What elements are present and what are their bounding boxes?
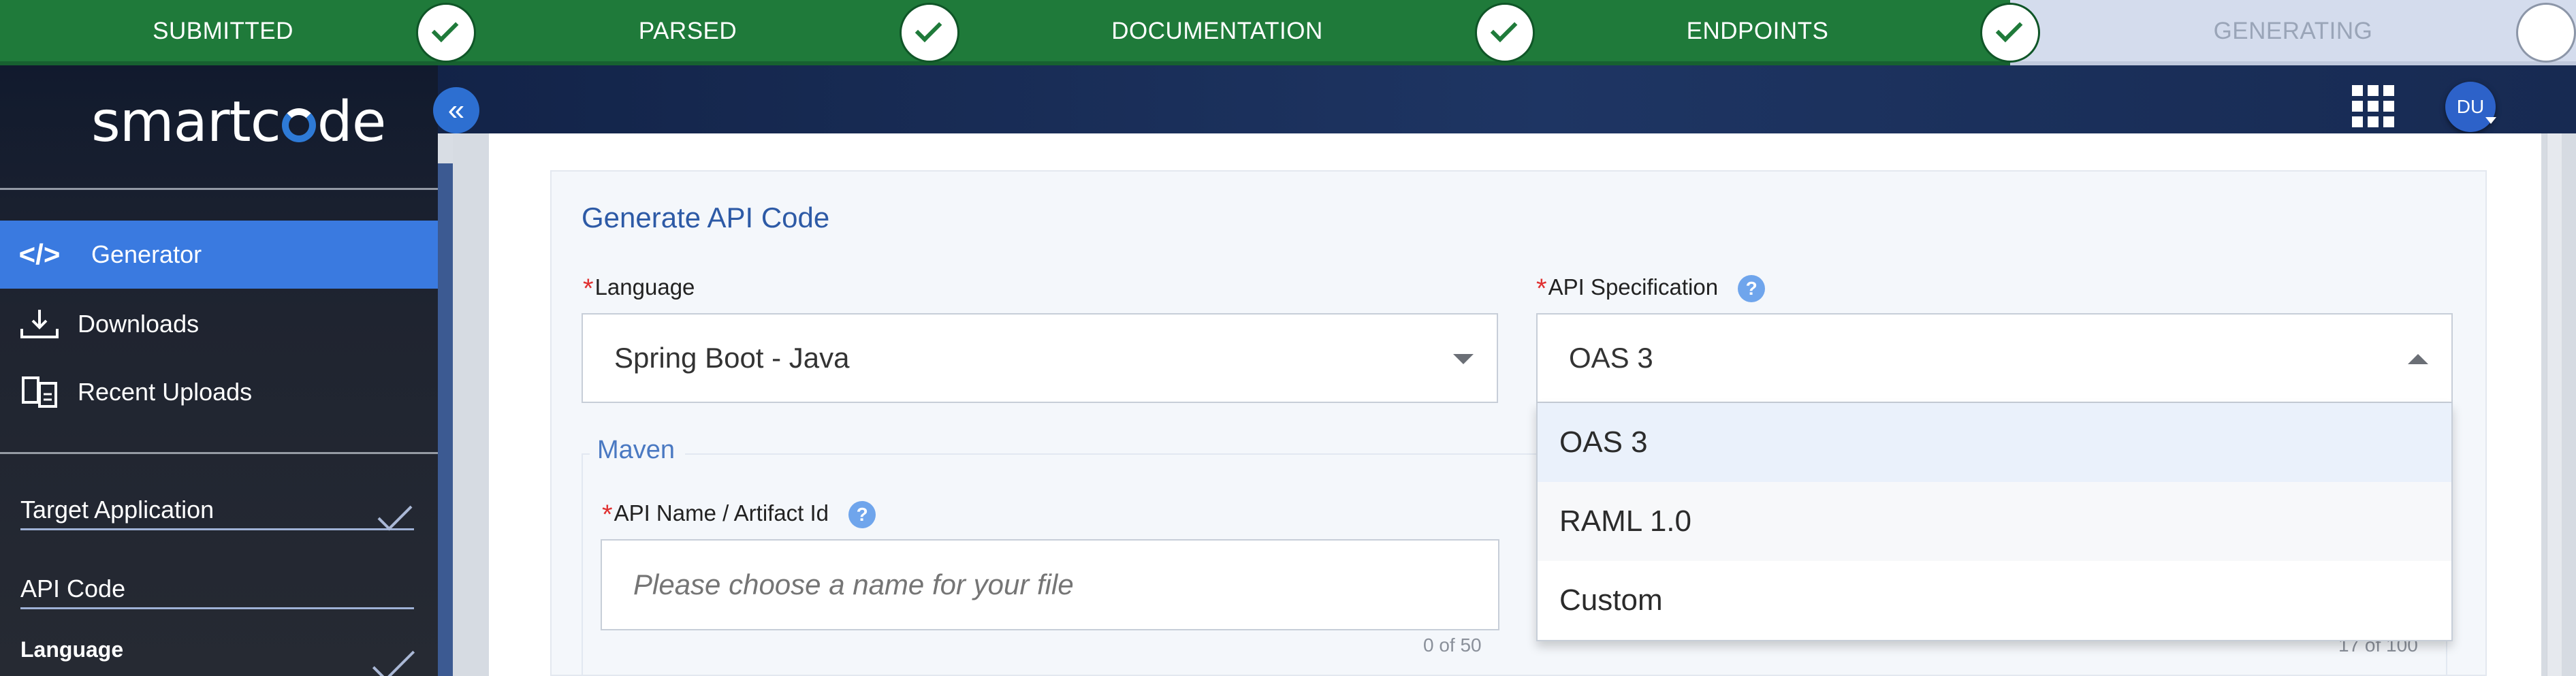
checkmark-icon [372, 639, 415, 676]
sidebar-item-downloads[interactable]: Downloads [0, 290, 438, 358]
logo-o-icon [281, 108, 316, 142]
step-label: GENERATING [2213, 18, 2373, 44]
user-avatar[interactable]: DU [2445, 82, 2496, 132]
sidebar-divider [0, 188, 438, 190]
api-spec-select[interactable]: OAS 3 [1536, 313, 2453, 403]
required-asterisk: * [583, 274, 594, 304]
language-select[interactable]: Spring Boot - Java [582, 313, 1498, 403]
pending-circle-icon [2516, 3, 2576, 63]
sidebar-link-label: API Code [20, 575, 126, 602]
sidebar-link-language[interactable]: Language [20, 637, 123, 662]
help-icon[interactable]: ? [848, 501, 876, 529]
dropdown-option-raml[interactable]: RAML 1.0 [1538, 482, 2451, 561]
form-title: Generate API Code [582, 202, 830, 234]
language-label: *Language [583, 274, 695, 304]
step-documentation: DOCUMENTATION [929, 0, 1535, 65]
check-icon [1475, 3, 1535, 63]
recent-uploads-icon [18, 375, 61, 409]
check-icon [1980, 3, 2040, 63]
sidebar-item-label: Recent Uploads [78, 378, 253, 406]
double-chevron-left-icon: « [447, 93, 465, 127]
chevron-down-icon [1453, 354, 1474, 364]
step-label: ENDPOINTS [1686, 18, 1829, 44]
api-spec-dropdown-menu: OAS 3 RAML 1.0 Custom [1536, 403, 2453, 641]
language-select-value: Spring Boot - Java [614, 342, 850, 374]
sidebar-item-recent-uploads[interactable]: Recent Uploads [0, 358, 438, 426]
dropdown-option-oas3[interactable]: OAS 3 [1538, 403, 2451, 482]
check-icon [900, 3, 959, 63]
avatar-caret-icon [2485, 117, 2496, 124]
code-icon: </> [18, 238, 61, 270]
step-submitted: SUBMITTED [0, 0, 476, 65]
smartcode-logo: smartc de [91, 90, 386, 155]
artifact-id-input[interactable] [601, 539, 1499, 630]
api-spec-select-value: OAS 3 [1569, 342, 1653, 374]
sidebar-link-api-code[interactable]: API Code [20, 575, 414, 609]
chevron-up-icon [2408, 354, 2428, 364]
required-asterisk: * [602, 500, 613, 530]
sidebar-item-generator[interactable]: </> Generator [0, 221, 438, 289]
checkmark-icon [377, 496, 413, 531]
apps-grid-icon[interactable] [2352, 85, 2394, 127]
download-icon [18, 307, 61, 341]
check-icon [416, 3, 476, 63]
sidebar-scrollbar[interactable] [438, 163, 453, 676]
step-generating: GENERATING [2010, 0, 2576, 65]
dropdown-option-custom[interactable]: Custom [1538, 561, 2451, 640]
sidebar-link-target-application[interactable]: Target Application [20, 496, 414, 531]
step-label: SUBMITTED [153, 18, 293, 44]
artifact-id-counter: 0 of 50 [1423, 634, 1482, 656]
step-parsed: PARSED [446, 0, 959, 65]
step-label: PARSED [638, 18, 737, 44]
api-spec-label: *API Specification ? [1536, 271, 1766, 304]
sidebar-item-label: Generator [91, 240, 202, 268]
help-icon[interactable]: ? [1738, 275, 1766, 303]
sidebar-item-label: Downloads [78, 310, 200, 338]
sidebar: smartc de </> Generator Downloads Recent … [0, 65, 438, 676]
step-label: DOCUMENTATION [1111, 18, 1323, 44]
maven-legend: Maven [597, 436, 675, 464]
sidebar-link-label: Target Application [20, 496, 214, 524]
progress-steps: SUBMITTED PARSED DOCUMENTATION ENDPOINTS… [0, 0, 2576, 65]
step-endpoints: ENDPOINTS [1505, 0, 2040, 65]
required-asterisk: * [1536, 274, 1547, 304]
sidebar-divider [0, 452, 438, 454]
collapse-sidebar-button[interactable]: « [433, 87, 479, 133]
avatar-initials: DU [2456, 96, 2485, 117]
main-scrollbar[interactable] [2547, 133, 2562, 676]
sidebar-link-label: Language [20, 637, 124, 662]
artifact-id-label: *API Name / Artifact Id ? [602, 497, 876, 530]
